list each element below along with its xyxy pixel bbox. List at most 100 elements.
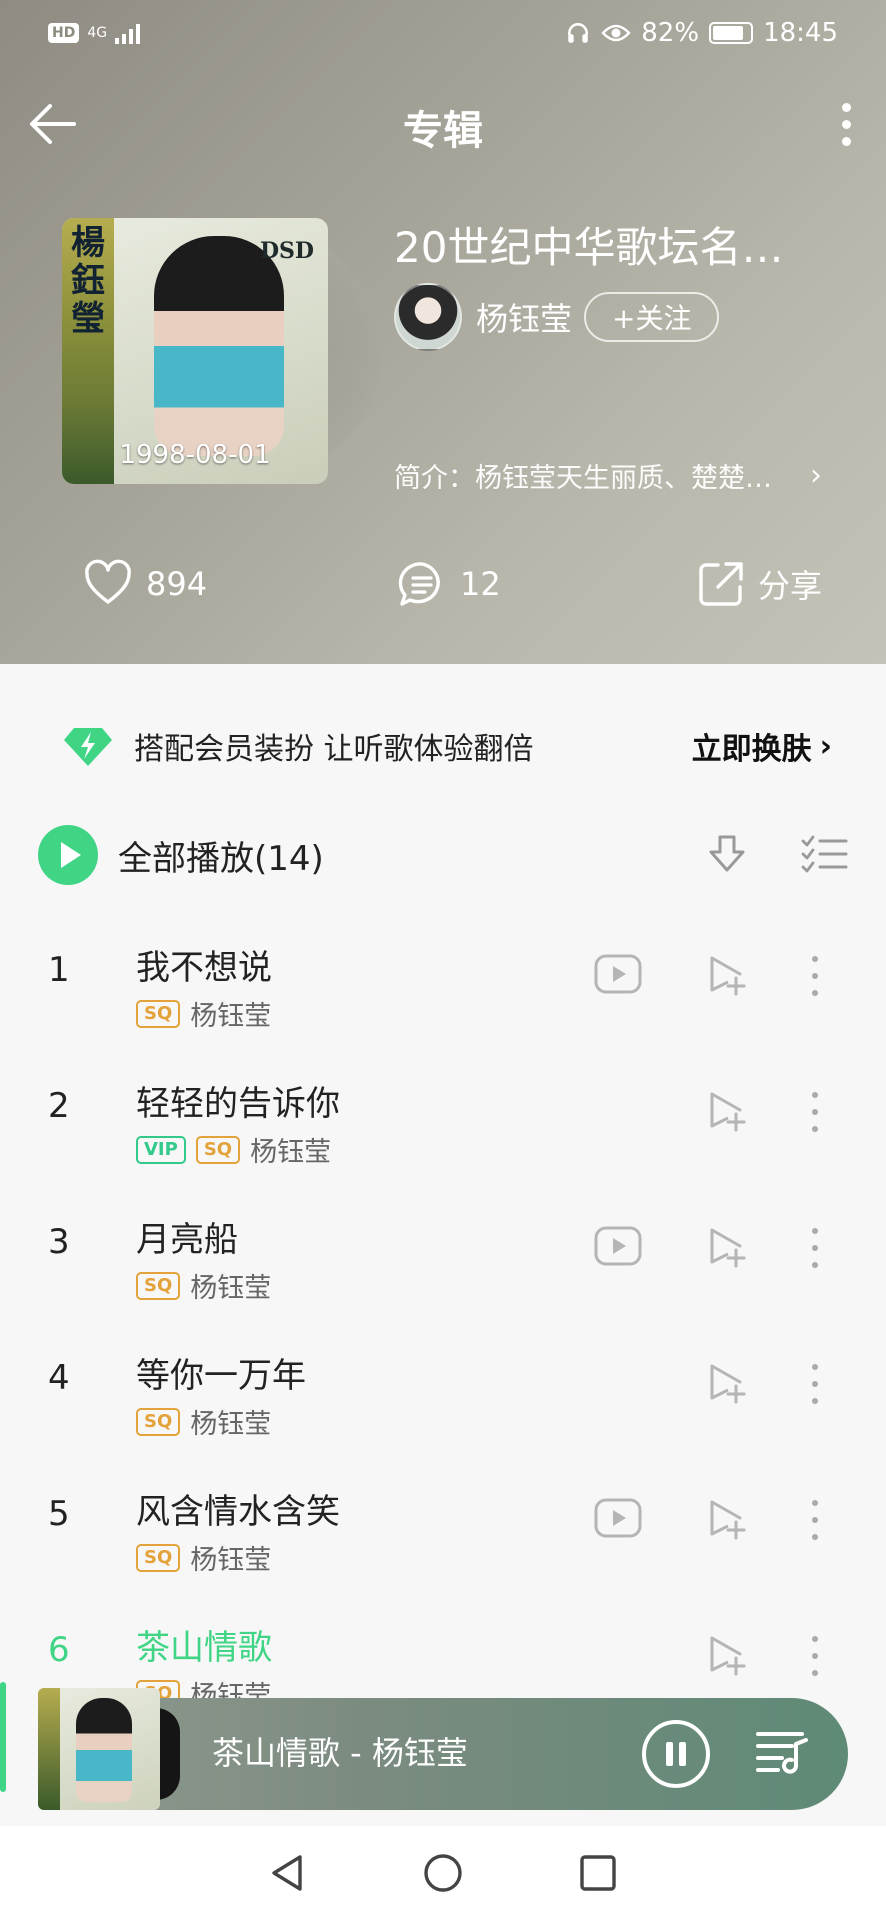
song-more-button[interactable] (798, 952, 832, 1000)
song-row[interactable]: 2 轻轻的告诉你 VIP SQ 杨钰莹 (0, 1046, 886, 1182)
more-vertical-icon (812, 1500, 818, 1506)
chevron-right-icon: › (819, 728, 832, 764)
sq-badge: SQ (136, 1407, 181, 1436)
nav-recents-button[interactable] (568, 1843, 628, 1903)
nav-back-icon (271, 1855, 302, 1891)
vip-badge: VIP (136, 1135, 186, 1164)
add-to-queue-button[interactable] (706, 1498, 748, 1544)
hd-badge: HD (48, 23, 80, 43)
album-title[interactable]: 20世纪中华歌坛名… (394, 214, 834, 275)
song-artist: 杨钰莹 (190, 1001, 272, 1032)
download-icon[interactable] (704, 832, 750, 878)
song-number: 5 (48, 1494, 70, 1534)
song-row[interactable]: 3 月亮船 SQ 杨钰莹 (0, 1182, 886, 1318)
mv-play-icon[interactable] (594, 954, 642, 994)
song-title: 月亮船 (136, 1220, 238, 1260)
pause-button[interactable] (642, 1720, 710, 1788)
song-row[interactable]: 5 风含情水含笑 SQ 杨钰莹 (0, 1454, 886, 1590)
play-all-button[interactable] (38, 825, 98, 885)
cover-image: 楊鈺瑩 DSD 1998-08-01 (62, 218, 328, 484)
share-icon (699, 562, 743, 606)
song-artist: 杨钰莹 (190, 1409, 272, 1440)
album-actions: 894 12 分享 (0, 548, 886, 620)
promo-cta-label: 立即换肤 (691, 732, 812, 767)
clock: 18:45 (763, 18, 838, 48)
song-artist: 杨钰莹 (190, 1545, 272, 1576)
add-to-queue-icon[interactable] (706, 1226, 748, 1268)
top-bar: 专辑 (0, 80, 886, 170)
network-label: 4G (87, 25, 108, 41)
mv-play-icon[interactable] (594, 1226, 642, 1266)
status-bar: HD 4G 82% 18:45 (0, 0, 886, 66)
song-more-button[interactable] (798, 1632, 832, 1680)
add-to-queue-icon[interactable] (706, 1498, 748, 1540)
song-number: 3 (48, 1222, 70, 1262)
promo-cta[interactable]: 立即换肤 › (692, 724, 832, 768)
battery-percent: 82% (641, 18, 700, 48)
play-all-label[interactable]: 全部播放(14) (118, 831, 324, 880)
add-to-queue-icon[interactable] (706, 954, 748, 996)
artist-avatar[interactable] (394, 283, 462, 351)
add-to-queue-button[interactable] (706, 1634, 748, 1680)
more-button[interactable] (826, 94, 866, 154)
song-row[interactable]: 4 等你一万年 SQ 杨钰莹 (0, 1318, 886, 1454)
mv-button[interactable] (594, 954, 642, 998)
song-meta: SQ 杨钰莹 (136, 1266, 271, 1305)
cover-brand: DSD (259, 238, 314, 264)
add-to-queue-icon[interactable] (706, 1634, 748, 1676)
artist-row: 杨钰莹 +关注 (394, 282, 720, 352)
song-meta: SQ 杨钰莹 (136, 1538, 271, 1577)
add-to-queue-icon[interactable] (706, 1090, 748, 1132)
more-vertical-icon (841, 102, 851, 112)
song-more-button[interactable] (798, 1088, 832, 1136)
song-more-button[interactable] (798, 1496, 832, 1544)
song-number: 6 (48, 1630, 70, 1670)
add-to-queue-button[interactable] (706, 1226, 748, 1272)
share-button[interactable]: 分享 (696, 548, 822, 620)
multi-select-icon[interactable] (800, 832, 848, 878)
cover-portrait (154, 236, 284, 456)
song-list: 1 我不想说 SQ 杨钰莹 2 轻轻的告诉你 VIP SQ 杨钰莹 3 月亮船 SQ 杨钰莹 4 等你一万年… (0, 910, 886, 1792)
song-number: 1 (48, 950, 70, 990)
diamond-bolt-icon (64, 728, 112, 766)
release-date: 1998-08-01 (119, 440, 271, 470)
like-count: 894 (146, 565, 208, 603)
share-label: 分享 (758, 567, 823, 605)
more-vertical-icon (812, 1636, 818, 1642)
add-to-queue-button[interactable] (706, 1090, 748, 1136)
add-to-queue-icon[interactable] (706, 1362, 748, 1404)
add-to-queue-button[interactable] (706, 954, 748, 1000)
artist-name[interactable]: 杨钰莹 (476, 294, 572, 340)
song-row[interactable]: 1 我不想说 SQ 杨钰莹 (0, 910, 886, 1046)
song-more-button[interactable] (798, 1224, 832, 1272)
follow-button[interactable]: +关注 (584, 292, 720, 342)
sq-badge: SQ (195, 1135, 241, 1164)
intro-text: 简介：杨钰莹天生丽质、楚楚… (394, 463, 772, 494)
nav-home-button[interactable] (413, 1843, 473, 1903)
album-cover[interactable]: 楊鈺瑩 DSD 1998-08-01 (62, 218, 382, 484)
more-vertical-icon (812, 1092, 818, 1098)
album-intro[interactable]: 简介：杨钰莹天生丽质、楚楚… › (394, 456, 834, 495)
add-to-queue-button[interactable] (706, 1362, 748, 1408)
mv-button[interactable] (594, 1226, 642, 1270)
song-title: 我不想说 (136, 948, 272, 988)
now-playing-title[interactable]: 茶山情歌 - 杨钰莹 (212, 1728, 468, 1774)
nav-back-button[interactable] (258, 1843, 318, 1903)
like-button[interactable]: 894 (82, 548, 207, 620)
song-number: 2 (48, 1086, 70, 1126)
more-vertical-icon (812, 1364, 818, 1370)
song-title: 风含情水含笑 (136, 1492, 340, 1532)
comment-button[interactable]: 12 (396, 548, 501, 620)
song-meta: SQ 杨钰莹 (136, 1402, 271, 1441)
sq-badge: SQ (136, 1543, 181, 1572)
skin-promo-banner[interactable]: 搭配会员装扮 让听歌体验翻倍 立即换肤 › (62, 708, 832, 784)
mv-button[interactable] (594, 1498, 642, 1542)
now-playing-indicator (0, 1682, 6, 1792)
promo-text: 搭配会员装扮 让听歌体验翻倍 (134, 732, 534, 767)
mini-player[interactable]: 茶山情歌 - 杨钰莹 (38, 1688, 848, 1810)
song-more-button[interactable] (798, 1360, 832, 1408)
song-number: 4 (48, 1358, 70, 1398)
mini-cover[interactable] (38, 1688, 160, 1810)
playlist-icon[interactable] (752, 1722, 812, 1782)
mv-play-icon[interactable] (594, 1498, 642, 1538)
